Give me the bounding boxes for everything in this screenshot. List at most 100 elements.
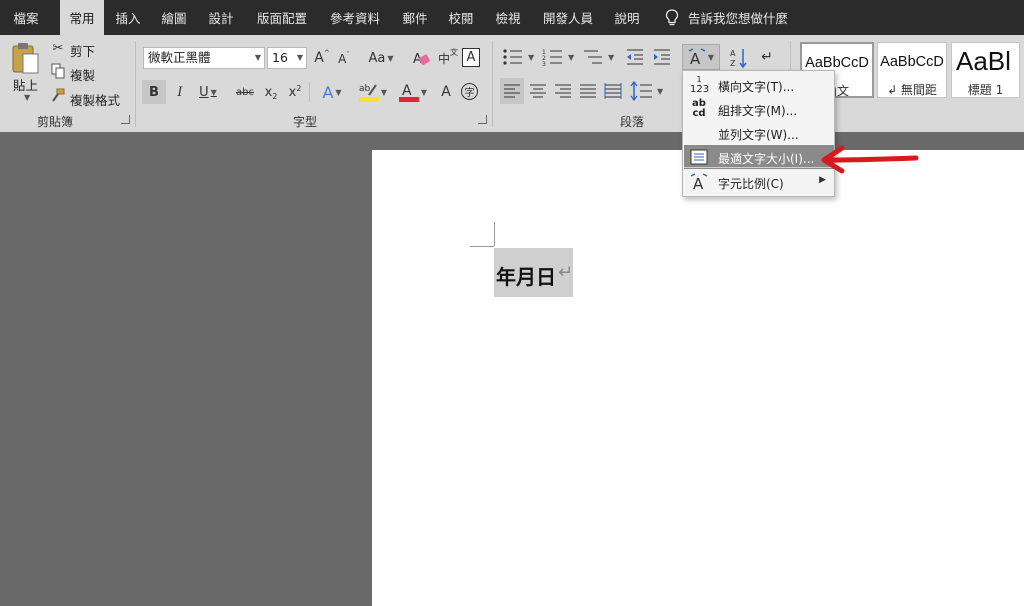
ribbon: 貼上 ▼ ✂ 剪下 複製 複製格式 剪貼簿 微軟正黑體 ▼ 16 ▼ A ^ Aˇ… [0, 35, 1024, 132]
character-scaling-icon: A [690, 173, 708, 192]
submenu-arrow-icon: ▶ [819, 175, 826, 185]
tab-help[interactable]: 說明 [607, 0, 647, 35]
font-size-box[interactable]: 16 ▼ [267, 47, 307, 69]
copy-button[interactable]: 複製 [70, 65, 95, 84]
menu-item-label: 最適文字大小(I)... [718, 152, 815, 166]
menu-item-character-scaling[interactable]: A 字元比例(C) ▶ [684, 170, 834, 194]
strikethrough-icon[interactable]: abc [233, 80, 257, 104]
align-right-icon[interactable] [551, 78, 575, 104]
style-no-spacing-sample: AaBbCcD [880, 54, 944, 70]
style-heading-1[interactable]: AaBl 標題 1 [951, 42, 1020, 98]
subscript-icon[interactable]: x2 [261, 80, 281, 104]
tell-me-search[interactable]: 告訴我您想做什麼 [688, 0, 828, 35]
svg-text:Z: Z [730, 59, 736, 68]
document-page[interactable] [372, 150, 1024, 606]
cut-button[interactable]: 剪下 [70, 41, 95, 60]
clear-formatting-icon[interactable]: A [412, 49, 432, 67]
asian-layout-button[interactable]: A ▼ [682, 44, 720, 70]
scissors-icon: ✂ [52, 40, 64, 56]
menu-item-two-lines-in-one[interactable]: 並列文字(W)... [684, 121, 834, 145]
menu-item-horizontal-in-vertical[interactable]: 1 123 橫向文字(T)... [684, 73, 834, 97]
grow-font-icon[interactable]: A ^ [313, 47, 331, 69]
phonetic-guide-icon[interactable]: 中文 [438, 47, 458, 69]
tab-view[interactable]: 檢視 [488, 0, 528, 35]
format-painter-button[interactable]: 複製格式 [70, 90, 120, 109]
tab-draw[interactable]: 繪圖 [154, 0, 194, 35]
enclose-characters-icon[interactable]: 字 [461, 83, 478, 100]
font-name-dropdown-icon[interactable]: ▼ [255, 48, 261, 68]
font-color-glyph: A [398, 83, 419, 102]
align-center-icon[interactable] [526, 78, 550, 104]
svg-text:▼: ▼ [657, 87, 664, 96]
tab-developer[interactable]: 開發人員 [537, 0, 599, 35]
numbering-icon[interactable]: 123 ▼ [542, 47, 582, 67]
character-border-icon[interactable]: A [462, 48, 480, 67]
underline-icon[interactable]: U ▼ [194, 80, 222, 104]
svg-text:▼: ▼ [528, 53, 535, 62]
paste-label: 貼上 [13, 78, 39, 93]
group-separator [492, 41, 493, 127]
tab-insert[interactable]: 插入 [108, 0, 148, 35]
highlight-color-icon[interactable]: ab ▼ [355, 79, 391, 105]
menu-item-label: 字元比例(C) [718, 177, 784, 191]
tab-mailings[interactable]: 郵件 [395, 0, 435, 35]
change-case-button[interactable]: Aa ▼ [364, 47, 398, 69]
distributed-icon[interactable] [601, 78, 625, 104]
document-text[interactable]: 年月日 [496, 261, 556, 290]
style-normal-sample: AaBbCcD [805, 55, 869, 71]
menu-item-combine-characters[interactable]: ab cd 組排文字(M)... [684, 97, 834, 121]
multilevel-list-icon[interactable]: ▼ [582, 47, 622, 67]
style-heading-1-name: 標題 1 [967, 83, 1004, 97]
show-formatting-marks-icon[interactable]: ↵ [758, 47, 776, 67]
svg-text:A: A [690, 50, 701, 66]
tab-review[interactable]: 校閱 [441, 0, 481, 35]
font-name-value: 微軟正黑體 [148, 50, 211, 65]
paragraph-group-label: 段落 [620, 115, 645, 129]
svg-text:A: A [693, 175, 704, 192]
horizontal-in-vertical-icon: 1 123 [690, 75, 710, 95]
font-size-value: 16 [272, 50, 288, 65]
italic-icon[interactable]: I [170, 80, 190, 104]
style-heading-1-sample: AaBl [956, 46, 1011, 76]
tab-home[interactable]: 常用 [60, 0, 104, 35]
svg-text:A: A [402, 83, 412, 99]
tab-references[interactable]: 參考資料 [323, 0, 387, 35]
align-left-icon[interactable] [500, 78, 524, 104]
paragraph-mark: ↵ [558, 262, 574, 283]
sort-icon[interactable]: AZ [730, 47, 748, 69]
tab-design[interactable]: 設計 [201, 0, 241, 35]
menu-item-fit-text[interactable]: 最適文字大小(I)... [684, 145, 834, 169]
menu-separator [684, 167, 834, 168]
superscript-icon[interactable]: x2 [285, 80, 305, 104]
svg-text:3: 3 [542, 61, 546, 67]
tab-file[interactable]: 檔案 [0, 0, 52, 35]
paste-icon [12, 43, 39, 74]
decrease-indent-icon[interactable] [625, 47, 645, 67]
line-spacing-icon[interactable]: ▼ [630, 78, 670, 104]
menu-item-label: 組排文字(M)... [718, 104, 798, 118]
menu-bar: 檔案 常用 插入 繪圖 設計 版面配置 參考資料 郵件 校閱 檢視 開發人員 說… [0, 0, 1024, 35]
margin-corner-mark [470, 246, 494, 247]
bold-icon[interactable]: B [142, 80, 166, 104]
font-group-label: 字型 [293, 115, 318, 129]
font-launcher-button[interactable] [478, 115, 487, 124]
tab-layout[interactable]: 版面配置 [250, 0, 314, 35]
shrink-font-icon[interactable]: Aˇ [336, 49, 352, 69]
svg-text:A: A [730, 49, 736, 58]
font-separator [309, 82, 310, 102]
font-color-icon[interactable]: A ▼ [395, 79, 431, 105]
character-shading-icon[interactable]: A [437, 80, 455, 104]
paste-dropdown-caret: ▼ [24, 93, 31, 102]
style-no-spacing[interactable]: AaBbCcD ↲ 無間距 [877, 42, 947, 98]
copy-icon [51, 63, 65, 79]
font-name-box[interactable]: 微軟正黑體 ▼ [143, 47, 265, 69]
svg-text:▼: ▼ [568, 53, 575, 62]
text-effects-icon[interactable]: A ▼ [316, 80, 348, 104]
clipboard-launcher-button[interactable] [121, 115, 130, 124]
svg-text:▼: ▼ [608, 53, 615, 62]
increase-indent-icon[interactable] [652, 47, 672, 67]
font-size-dropdown-icon[interactable]: ▼ [297, 48, 303, 68]
svg-text:ab: ab [359, 84, 371, 94]
justify-icon[interactable] [576, 78, 600, 104]
bullets-icon[interactable]: ▼ [502, 47, 542, 67]
